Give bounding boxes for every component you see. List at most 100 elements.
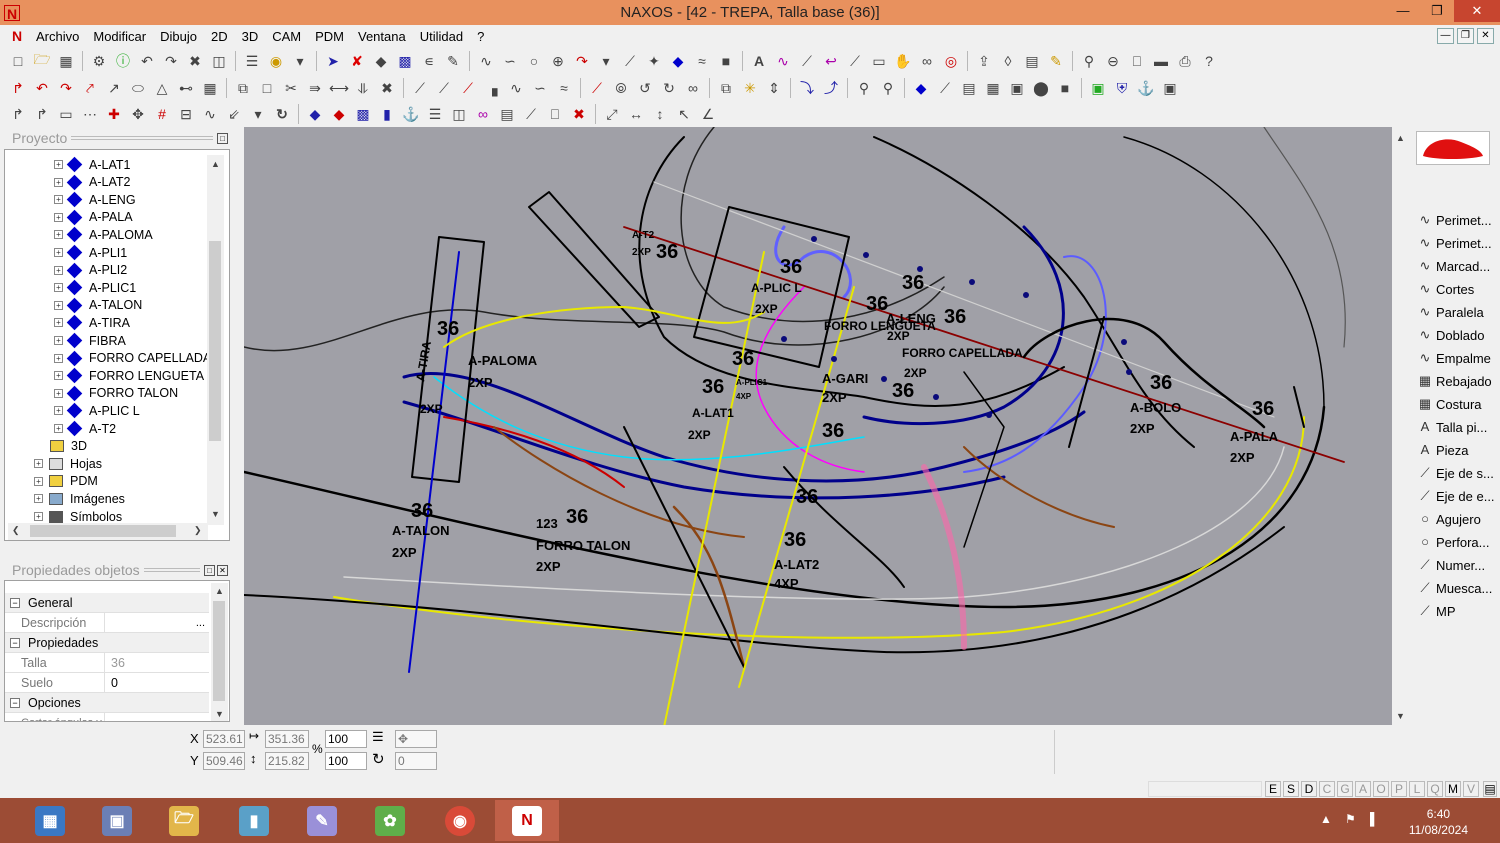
flip-icon[interactable]: ⥥ xyxy=(353,78,373,98)
tree-item-folder[interactable]: + Hojas xyxy=(34,455,102,472)
tree-item-piece[interactable]: + A-PLIC L xyxy=(54,402,140,419)
vertical-dimension-icon[interactable]: ↕ xyxy=(650,104,670,124)
zoom-out-icon[interactable]: ⊖ xyxy=(1103,51,1123,71)
dash-icon[interactable]: ⋯ xyxy=(80,104,100,124)
line-a-icon[interactable]: ⟋ xyxy=(410,78,430,98)
clock[interactable]: 6:40 11/08/2024 xyxy=(1409,806,1468,838)
dropdown-arrow-icon[interactable]: ▾ xyxy=(596,51,616,71)
properties-icon[interactable]: ◫ xyxy=(209,51,229,71)
ship-icon[interactable]: ⚓ xyxy=(1136,78,1156,98)
save-icon[interactable]: ▦ xyxy=(56,51,76,71)
bezier-icon[interactable]: ∽ xyxy=(530,78,550,98)
copy-icon[interactable]: ⧉ xyxy=(233,78,253,98)
rotate-left-icon[interactable]: ↺ xyxy=(635,78,655,98)
tag-icon[interactable]: ◊ xyxy=(998,51,1018,71)
slash-icon[interactable]: ⟋ xyxy=(797,51,817,71)
layout-icon[interactable]: ▤ xyxy=(1483,781,1497,797)
status-toggle[interactable]: C xyxy=(1319,781,1335,797)
doc-close-icon[interactable]: ✕ xyxy=(1477,28,1494,44)
status-toggle[interactable]: P xyxy=(1391,781,1407,797)
tree-item-piece[interactable]: + A-LENG xyxy=(54,191,136,208)
chart-icon[interactable]: ▤ xyxy=(497,104,517,124)
expand-icon[interactable]: + xyxy=(54,160,63,169)
fold-icon[interactable]: △ xyxy=(152,78,172,98)
dropdown-arrow-icon[interactable]: ▾ xyxy=(248,104,268,124)
target-icon[interactable]: ◎ xyxy=(941,51,961,71)
taskbar-app-c[interactable]: ✿ xyxy=(358,800,422,841)
menu-archivo[interactable]: Archivo xyxy=(29,29,86,44)
tool-item[interactable]: ⟋ Numer... xyxy=(1416,554,1496,576)
status-toggle[interactable]: D xyxy=(1301,781,1317,797)
cross-red-icon[interactable]: ✚ xyxy=(104,104,124,124)
corner-cut-icon[interactable]: ↷ xyxy=(56,78,76,98)
tree-item-folder[interactable]: + PDM xyxy=(34,473,98,490)
hook-icon[interactable]: ↩ xyxy=(821,51,841,71)
zoom-all-icon[interactable]: ⎕ xyxy=(1127,51,1147,71)
scroll-up-icon[interactable]: ▲ xyxy=(1396,133,1405,143)
taskbar-calculator[interactable]: ▦ xyxy=(18,800,82,841)
expand-icon[interactable]: + xyxy=(54,230,63,240)
scale-x-field[interactable]: 100 xyxy=(325,730,367,748)
tool-item[interactable]: ⟋ Muesca... xyxy=(1416,577,1496,599)
notch-icon[interactable]: ⊷ xyxy=(176,78,196,98)
panel-grip[interactable] xyxy=(143,568,200,572)
split-icon[interactable]: ⇛ xyxy=(305,78,325,98)
corner-b-icon[interactable]: ↱ xyxy=(32,104,52,124)
bracket-icon[interactable]: ⎕ xyxy=(545,104,565,124)
anchor-icon[interactable]: ⚓ xyxy=(401,104,421,124)
wave-icon[interactable]: ≈ xyxy=(692,51,712,71)
tree-item-piece[interactable]: + A-PLI2 xyxy=(54,262,127,279)
tree-item-piece[interactable]: + A-TIRA xyxy=(54,314,130,331)
expand-icon[interactable]: + xyxy=(54,371,63,381)
tool-item[interactable]: ∿ Empalme xyxy=(1416,347,1496,369)
info-icon[interactable]: ⓘ xyxy=(113,51,133,71)
align-icon[interactable]: ▤ xyxy=(959,78,979,98)
knot-icon[interactable]: ⦾ xyxy=(611,78,631,98)
naxos-logo-icon[interactable]: N xyxy=(4,4,20,22)
hand-icon[interactable]: ✋ xyxy=(893,51,913,71)
node-edit-icon[interactable]: ⟋ xyxy=(935,78,955,98)
expand-icon[interactable]: + xyxy=(54,283,63,293)
menu-2d[interactable]: 2D xyxy=(204,29,235,44)
menu-utilidad[interactable]: Utilidad xyxy=(413,29,470,44)
pen-icon[interactable]: ✎ xyxy=(443,51,463,71)
ruler-icon[interactable]: ▤ xyxy=(1022,51,1042,71)
taskbar-app-a[interactable]: ▮ xyxy=(222,800,286,841)
expand-icon[interactable]: + xyxy=(54,195,63,205)
expand-icon[interactable]: + xyxy=(34,494,43,504)
panel-pin-icon[interactable]: □ xyxy=(217,132,228,144)
canvas-vertical-scrollbar[interactable]: ▲ ▼ xyxy=(1392,127,1409,725)
seam-icon[interactable]: ⟋ xyxy=(458,78,478,98)
tool-item[interactable]: ∿ Perimet... xyxy=(1416,232,1496,254)
wave-b-icon[interactable]: ≈ xyxy=(554,78,574,98)
menu-cam[interactable]: CAM xyxy=(265,29,308,44)
tool-item[interactable]: ∿ Cortes xyxy=(1416,278,1496,300)
network-icon[interactable]: ▌ xyxy=(1370,812,1379,826)
status-toggle[interactable]: Q xyxy=(1427,781,1443,797)
menu-help[interactable]: ? xyxy=(470,29,491,44)
menu-3d[interactable]: 3D xyxy=(235,29,266,44)
rotation-field[interactable]: 0 xyxy=(395,752,437,770)
point-icon[interactable]: ✦ xyxy=(644,51,664,71)
flag-icon[interactable]: ⚑ xyxy=(1345,812,1356,826)
node-icon[interactable]: ◆ xyxy=(371,51,391,71)
piece-icon[interactable]: ■ xyxy=(1055,78,1075,98)
ellipse-icon[interactable]: ⬭ xyxy=(128,78,148,98)
panel-pin-icon[interactable]: □ xyxy=(204,564,215,576)
tool-item[interactable]: ○ Agujero xyxy=(1416,508,1496,530)
diamond-icon[interactable]: ◆ xyxy=(668,51,688,71)
menu-pdm[interactable]: PDM xyxy=(308,29,351,44)
tool-item[interactable]: ⟋ MP xyxy=(1416,600,1496,622)
status-toggle[interactable]: S xyxy=(1283,781,1299,797)
restore-icon[interactable]: ❐ xyxy=(1420,0,1454,22)
suelo-field[interactable]: 0 xyxy=(105,676,118,690)
open-folder-icon[interactable]: 🗁 xyxy=(32,51,52,71)
angle-measure-icon[interactable]: ∠ xyxy=(698,104,718,124)
status-toggle[interactable]: O xyxy=(1373,781,1389,797)
tree-item-piece[interactable]: + A-T2 xyxy=(54,420,116,437)
offset-icon[interactable]: ↗ xyxy=(104,78,124,98)
expand-icon[interactable]: + xyxy=(54,212,63,222)
zigzag-icon[interactable]: ∿ xyxy=(773,51,793,71)
taskbar-naxos[interactable]: N xyxy=(495,800,559,841)
columns-icon[interactable]: ◫ xyxy=(449,104,469,124)
